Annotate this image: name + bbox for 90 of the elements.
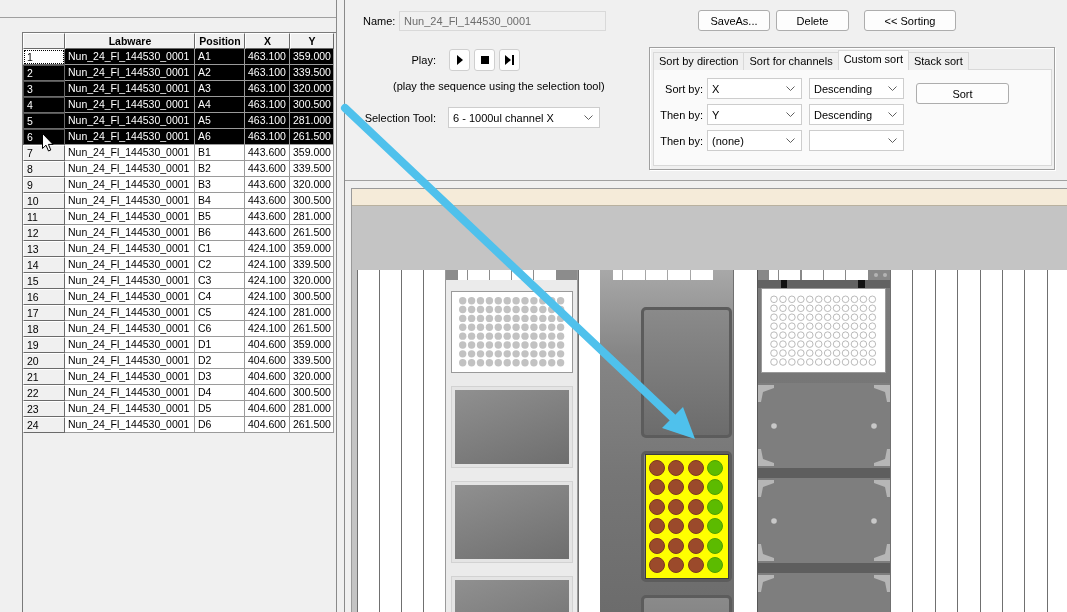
table-row[interactable]: 7 Nun_24_Fl_144530_0001 B1 443.600 359.000 xyxy=(23,145,334,161)
table-row[interactable]: 4 Nun_24_Fl_144530_0001 A4 463.100 300.500 xyxy=(23,97,334,113)
table-row[interactable]: 21 Nun_24_Fl_144530_0001 D3 404.600 320.000 xyxy=(23,369,334,385)
play-hint-text: (play the sequence using the selection tool) xyxy=(393,79,606,93)
column-header[interactable]: Position xyxy=(195,33,245,49)
row-number[interactable]: 3 xyxy=(23,81,65,97)
name-label: Name: xyxy=(363,14,397,27)
chevron-down-icon xyxy=(888,138,897,143)
row-number[interactable]: 14 xyxy=(23,257,65,273)
play-icon xyxy=(456,55,463,65)
row-number[interactable]: 20 xyxy=(23,353,65,369)
stop-icon xyxy=(480,56,489,64)
delete-button[interactable]: Delete xyxy=(776,10,849,31)
row-number[interactable]: 15 xyxy=(23,273,65,289)
table-row[interactable]: 1 Nun_24_Fl_144530_0001 A1 463.100 359.000 xyxy=(23,49,334,65)
selection-tool-dropdown[interactable]: 6 - 1000ul channel X xyxy=(448,107,600,128)
sort-field-dropdown[interactable]: Y xyxy=(707,104,802,125)
row-number[interactable]: 23 xyxy=(23,401,65,417)
table-cell: 404.600 xyxy=(245,417,290,433)
sort-tab[interactable]: Sort for channels xyxy=(743,52,839,70)
column-header[interactable]: Y xyxy=(290,33,334,49)
table-row[interactable]: 17 Nun_24_Fl_144530_0001 C5 424.100 281.000 xyxy=(23,305,334,321)
chevron-down-icon xyxy=(786,138,795,143)
row-number[interactable]: 21 xyxy=(23,369,65,385)
sorting-button[interactable]: << Sorting xyxy=(864,10,956,31)
table-row[interactable]: 6 Nun_24_Fl_144530_0001 A6 463.100 261.500 xyxy=(23,129,334,145)
table-row[interactable]: 5 Nun_24_Fl_144530_0001 A5 463.100 281.000 xyxy=(23,113,334,129)
row-number[interactable]: 9 xyxy=(23,177,65,193)
sort-order-dropdown[interactable]: Descending xyxy=(809,78,904,99)
chevron-down-icon xyxy=(888,86,897,91)
sort-field-dropdown[interactable]: (none) xyxy=(707,130,802,151)
table-row[interactable]: 8 Nun_24_Fl_144530_0001 B2 443.600 339.500 xyxy=(23,161,334,177)
row-number[interactable]: 22 xyxy=(23,385,65,401)
row-number[interactable]: 8 xyxy=(23,161,65,177)
table-row[interactable]: 14 Nun_24_Fl_144530_0001 C2 424.100 339.500 xyxy=(23,257,334,273)
row-number[interactable]: 17 xyxy=(23,305,65,321)
sort-field-dropdown[interactable]: X xyxy=(707,78,802,99)
table-row[interactable]: 22 Nun_24_Fl_144530_0001 D4 404.600 300.500 xyxy=(23,385,334,401)
sort-order-dropdown[interactable]: Descending xyxy=(809,104,904,125)
chevron-down-icon xyxy=(584,115,593,120)
column-header[interactable]: Labware xyxy=(65,33,195,49)
table-row[interactable]: 3 Nun_24_Fl_144530_0001 A3 463.100 320.000 xyxy=(23,81,334,97)
column-header[interactable]: X xyxy=(245,33,290,49)
play-button[interactable] xyxy=(449,49,470,71)
table-row[interactable]: 9 Nun_24_Fl_144530_0001 B3 443.600 320.000 xyxy=(23,177,334,193)
table-row[interactable]: 13 Nun_24_Fl_144530_0001 C1 424.100 359.000 xyxy=(23,241,334,257)
selection-tool-label: Selection Tool: xyxy=(363,111,436,124)
table-row[interactable]: 23 Nun_24_Fl_144530_0001 D5 404.600 281.000 xyxy=(23,401,334,417)
row-number[interactable]: 11 xyxy=(23,209,65,225)
table-row[interactable]: 24 Nun_24_Fl_144530_0001 D6 404.600 261.500 xyxy=(23,417,334,433)
sort-tab[interactable]: Custom sort xyxy=(837,50,909,70)
row-number[interactable]: 2 xyxy=(23,65,65,81)
play-label: Play: xyxy=(410,54,436,66)
sort-button[interactable]: Sort xyxy=(916,83,1009,104)
save-as-button[interactable]: SaveAs... xyxy=(698,10,770,31)
mouse-cursor-icon xyxy=(42,133,54,152)
row-number[interactable]: 6 xyxy=(23,129,65,145)
table-row[interactable]: 10 Nun_24_Fl_144530_0001 B4 443.600 300.500 xyxy=(23,193,334,209)
table-row[interactable]: 18 Nun_24_Fl_144530_0001 C6 424.100 261.500 xyxy=(23,321,334,337)
table-row[interactable]: 20 Nun_24_Fl_144530_0001 D2 404.600 339.500 xyxy=(23,353,334,369)
step-forward-button[interactable] xyxy=(499,49,520,71)
table-row[interactable]: 11 Nun_24_Fl_144530_0001 B5 443.600 281.000 xyxy=(23,209,334,225)
chevron-down-icon xyxy=(888,112,897,117)
row-number[interactable]: 13 xyxy=(23,241,65,257)
row-number[interactable]: 10 xyxy=(23,193,65,209)
step-forward-icon xyxy=(505,55,514,65)
table-cell: 261.500 xyxy=(290,417,334,433)
sort-label: Sort by: xyxy=(664,82,703,95)
table-row[interactable]: 19 Nun_24_Fl_144530_0001 D1 404.600 359.000 xyxy=(23,337,334,353)
row-number[interactable]: 1 xyxy=(23,49,65,65)
sort-tab[interactable]: Sort by direction xyxy=(653,52,745,70)
table-row[interactable]: 12 Nun_24_Fl_144530_0001 B6 443.600 261.500 xyxy=(23,225,334,241)
row-number[interactable]: 4 xyxy=(23,97,65,113)
row-number[interactable]: 5 xyxy=(23,113,65,129)
stop-button[interactable] xyxy=(474,49,495,71)
table-cell: D6 xyxy=(195,417,245,433)
sort-label: Then by: xyxy=(659,108,703,121)
row-number[interactable]: 16 xyxy=(23,289,65,305)
row-number[interactable]: 12 xyxy=(23,225,65,241)
sort-tab[interactable]: Stack sort xyxy=(907,52,969,70)
table-cell: Nun_24_Fl_144530_0001 xyxy=(65,417,195,433)
row-number[interactable]: 19 xyxy=(23,337,65,353)
row-number[interactable]: 24 xyxy=(23,417,65,433)
sort-label: Then by: xyxy=(659,134,703,147)
table-row[interactable]: 16 Nun_24_Fl_144530_0001 C4 424.100 300.500 xyxy=(23,289,334,305)
chevron-down-icon xyxy=(786,86,795,91)
row-number[interactable]: 18 xyxy=(23,321,65,337)
table-row[interactable]: 2 Nun_24_Fl_144530_0001 A2 463.100 339.500 xyxy=(23,65,334,81)
chevron-down-icon xyxy=(786,112,795,117)
table-row[interactable]: 15 Nun_24_Fl_144530_0001 C3 424.100 320.000 xyxy=(23,273,334,289)
